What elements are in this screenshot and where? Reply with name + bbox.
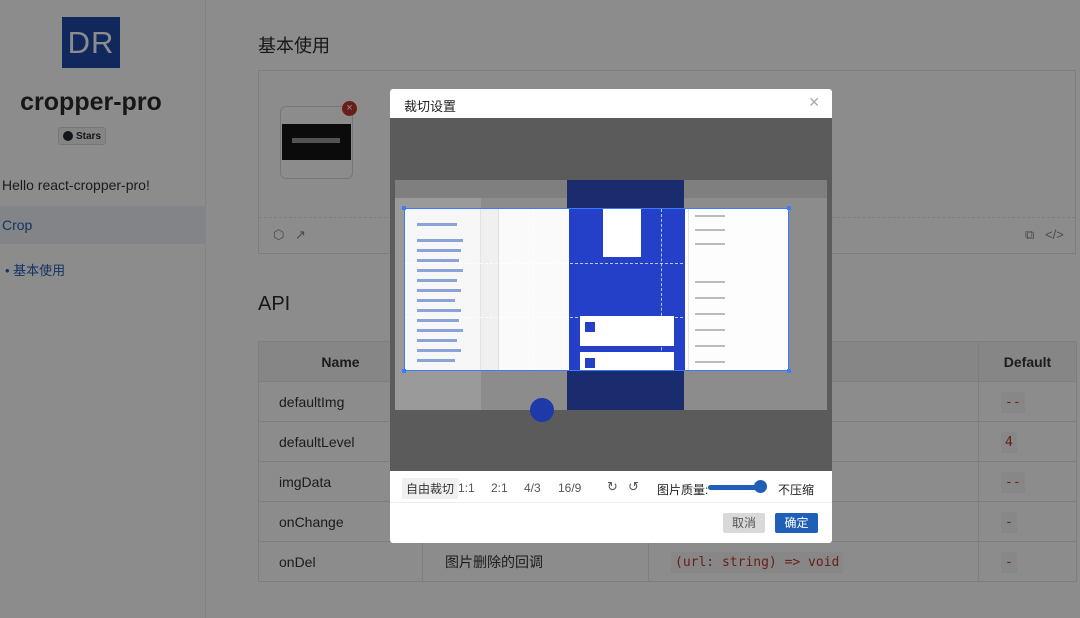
rotate-left-icon[interactable]: ↺ <box>628 479 639 495</box>
quality-value: 不压缩 <box>778 483 815 497</box>
crop-handle-top-right[interactable] <box>787 206 791 210</box>
crop-handle-bottom-right[interactable] <box>787 369 791 373</box>
image-decoration <box>530 398 554 422</box>
crop-settings-modal: 裁切设置 ✕ 自由裁切 1:1 2:1 4/3 16/9 ↻ ↺ 图片质量: 不… <box>390 89 832 543</box>
crop-handle-bottom-left[interactable] <box>402 369 406 373</box>
quality-slider-handle[interactable] <box>754 480 767 493</box>
ratio-2-1-button[interactable]: 2:1 <box>491 481 508 495</box>
rotate-right-icon[interactable]: ↻ <box>607 479 618 495</box>
confirm-button[interactable]: 确定 <box>775 513 818 533</box>
ratio-1-1-button[interactable]: 1:1 <box>458 481 475 495</box>
quality-label: 图片质量: <box>657 483 709 497</box>
crop-selection-box[interactable] <box>404 208 789 371</box>
cancel-button[interactable]: 取消 <box>723 513 765 533</box>
ratio-4-3-button[interactable]: 4/3 <box>524 481 541 495</box>
ratio-16-9-button[interactable]: 16/9 <box>558 481 581 495</box>
modal-title: 裁切设置 <box>404 99 457 114</box>
free-crop-button[interactable]: 自由裁切 <box>402 478 459 499</box>
close-icon[interactable]: ✕ <box>808 94 820 111</box>
crop-canvas[interactable] <box>390 118 832 471</box>
modal-header: 裁切设置 ✕ <box>390 89 832 118</box>
crop-handle-top-left[interactable] <box>402 206 406 210</box>
crop-toolbar: 自由裁切 1:1 2:1 4/3 16/9 ↻ ↺ 图片质量: 不压缩 <box>390 471 832 503</box>
